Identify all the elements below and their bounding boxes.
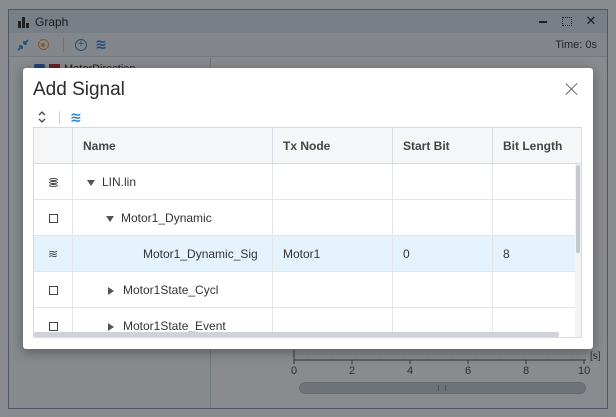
dialog-close-button[interactable]: [565, 82, 579, 96]
collapsed-arrow-icon[interactable]: [108, 286, 114, 295]
checkbox-icon[interactable]: [34, 272, 72, 308]
table-row[interactable]: Motor1_Dynamic: [34, 200, 577, 236]
scrollbar-thumb[interactable]: [576, 165, 580, 253]
table-row[interactable]: Motor1State_Cycl: [34, 272, 577, 308]
column-header-tx-node[interactable]: Tx Node: [272, 128, 392, 164]
table-vertical-scrollbar[interactable]: [575, 164, 581, 337]
database-icon: [34, 164, 72, 200]
signal-table: Name Tx Node Start Bit Bit Length LIN.li…: [33, 127, 582, 338]
tx-node-cell: [272, 200, 392, 236]
start-bit-cell: [392, 200, 492, 236]
table-row-selected[interactable]: ≋ Motor1_Dynamic_Sig Motor1 0 8: [34, 236, 577, 272]
expand-collapse-icon[interactable]: [35, 109, 49, 125]
table-header: Name Tx Node Start Bit Bit Length: [34, 128, 581, 164]
collapsed-arrow-icon[interactable]: [108, 322, 114, 331]
checkbox-icon[interactable]: [34, 200, 72, 236]
column-header-start-bit[interactable]: Start Bit: [392, 128, 492, 164]
start-bit-cell: [392, 272, 492, 308]
name-cell: LIN.lin: [72, 164, 272, 200]
table-horizontal-scrollbar[interactable]: [34, 332, 559, 337]
bit-length-cell: [492, 200, 577, 236]
bit-length-cell: 8: [492, 236, 577, 272]
tx-node-cell: [272, 164, 392, 200]
dialog-toolbar: ≋: [35, 109, 82, 125]
table-row[interactable]: LIN.lin: [34, 164, 577, 200]
name-cell: Motor1_Dynamic: [72, 200, 272, 236]
start-bit-cell: [392, 164, 492, 200]
dialog-title: Add Signal: [33, 79, 125, 100]
signal-wave-icon[interactable]: ≋: [70, 109, 82, 126]
row-name: Motor1_Dynamic: [121, 211, 212, 225]
row-name: Motor1State_Event: [123, 319, 226, 333]
row-name: LIN.lin: [102, 175, 137, 189]
start-bit-cell: 0: [392, 236, 492, 272]
bit-length-cell: [492, 164, 577, 200]
expanded-arrow-icon[interactable]: [106, 215, 114, 222]
signal-wave-icon: ≋: [47, 247, 59, 261]
expanded-arrow-icon[interactable]: [87, 179, 95, 186]
tx-node-cell: [272, 272, 392, 308]
toolbar-separator: [59, 110, 60, 124]
row-name: Motor1State_Cycl: [123, 283, 219, 297]
column-header-bit-length[interactable]: Bit Length: [492, 128, 581, 164]
tx-node-cell: Motor1: [272, 236, 392, 272]
name-cell: Motor1State_Cycl: [72, 272, 272, 308]
add-signal-dialog: Add Signal ≋ Name Tx Node Start Bit Bit …: [23, 68, 593, 349]
column-header-name[interactable]: Name: [72, 128, 272, 164]
bit-length-cell: [492, 272, 577, 308]
name-cell: Motor1_Dynamic_Sig: [72, 236, 272, 272]
